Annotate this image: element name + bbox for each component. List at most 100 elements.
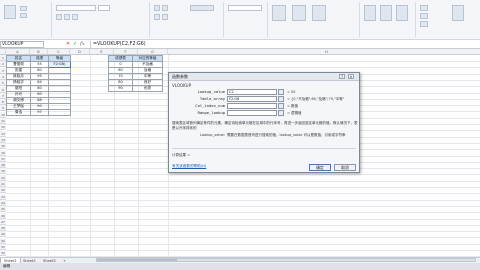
function-arguments-dialog: 函数参数 ? ✕ VLOOKUP Lookup_value C2 = 55 Ta… <box>168 72 360 173</box>
table-cell[interactable]: 周浩 <box>6 109 31 116</box>
gridline <box>6 67 480 69</box>
insert-icon[interactable] <box>364 5 376 21</box>
table-cell[interactable]: 97 <box>30 109 49 116</box>
arg-row-col-index-num: Col_index_num = 数值 <box>169 103 359 109</box>
fill-icon[interactable] <box>420 13 428 19</box>
range-picker-icon[interactable] <box>278 110 284 116</box>
dialog-title-bar[interactable]: 函数参数 ? ✕ <box>169 73 359 81</box>
arg-input-range-lookup[interactable] <box>227 110 277 116</box>
function-description: 搜索表区域首列满足条件的元素，确定待检索单元格在区域中的行序号，再进一步返回选定… <box>172 121 358 130</box>
gridline <box>6 224 480 226</box>
scroll-thumb[interactable] <box>97 259 177 261</box>
arg-label: Lookup_value <box>197 89 225 94</box>
ribbon-group-alignment <box>150 2 224 37</box>
close-icon[interactable]: ✕ <box>348 74 354 79</box>
format-table-icon[interactable] <box>292 5 306 21</box>
arg-label: Range_lookup <box>197 110 225 115</box>
ribbon-group-number <box>224 2 268 37</box>
insert-function-icon[interactable]: fx <box>80 41 85 48</box>
grade-lookup-table: 成绩表 对应的等级 0 不及格 60 及格 70 中等 80 良好 90 优秀 <box>108 55 163 92</box>
arg-row-table-array: Table_array F2:G6 = {0,"不及格";60,"及格";70,… <box>169 96 359 102</box>
conditional-format-icon[interactable] <box>272 5 286 21</box>
delete-icon[interactable] <box>380 5 392 21</box>
table-row: 周浩 97 <box>6 109 71 116</box>
arg-input-table-array[interactable]: F2:G6 <box>227 96 277 102</box>
function-name: VLOOKUP <box>172 83 191 88</box>
arg-label: Col_index_num <box>195 103 225 108</box>
gridline <box>6 193 480 195</box>
arg-row-lookup-value: Lookup_value C2 = 55 <box>169 89 359 95</box>
dialog-title: 函数参数 <box>172 74 188 79</box>
status-bar: 编辑 <box>0 263 480 270</box>
table-row: 曹丽丽 55 F2:G6) <box>6 61 71 68</box>
clear-icon[interactable] <box>420 21 428 27</box>
calculation-result: 计算结果 = <box>172 153 191 157</box>
table-cell[interactable]: 90 <box>108 85 133 92</box>
arg-result: = {0,"不及格";60,"及格";70,"中等" <box>287 97 345 101</box>
align-left-icon[interactable] <box>154 14 160 20</box>
ribbon-group-editing <box>416 2 480 37</box>
cell-styles-icon[interactable] <box>312 5 326 21</box>
help-icon[interactable]: ? <box>339 74 345 79</box>
cut-icon[interactable] <box>20 6 27 11</box>
score-table: 姓名 成绩 等级 曹丽丽 55 F2:G6) 张建 80 姚晓月 95 杨晓宇 64 夏阳 80 孙可… <box>6 55 71 116</box>
align-center-icon[interactable] <box>162 14 168 20</box>
italic-icon[interactable] <box>64 14 70 20</box>
ribbon <box>0 0 480 40</box>
ribbon-group-cells <box>360 2 416 37</box>
divider <box>172 148 356 149</box>
cancel-formula-icon[interactable]: ✕ <box>66 41 70 48</box>
enter-formula-icon[interactable]: ✓ <box>73 41 77 48</box>
arg-result: = 逻辑值 <box>287 111 302 115</box>
gridline <box>6 187 480 188</box>
sort-filter-icon[interactable] <box>452 5 464 21</box>
ribbon-group-clipboard <box>0 2 52 37</box>
font-select[interactable] <box>56 5 96 11</box>
horizontal-scrollbar[interactable] <box>96 258 476 262</box>
gridline <box>6 218 480 220</box>
table-header-row: 姓名 成绩 等级 <box>6 55 71 62</box>
align-top-icon[interactable] <box>154 5 160 11</box>
ribbon-group-styles <box>268 2 360 37</box>
arg-result: = 数值 <box>287 104 299 108</box>
number-format-select[interactable] <box>228 5 262 11</box>
gridline <box>6 243 480 245</box>
arg-input-lookup-value[interactable]: C2 <box>227 89 277 95</box>
arg-help-label: Lookup_value: <box>199 133 225 137</box>
column-header[interactable]: H <box>168 49 480 55</box>
table-cell[interactable] <box>48 109 71 116</box>
range-picker-icon[interactable] <box>278 103 284 109</box>
gridline <box>6 61 480 62</box>
table-cell[interactable]: 优秀 <box>132 85 163 92</box>
formula-bar: VLOOKUP ✕ ✓ fx =VLOOKUP(C2,F2:G6) <box>0 40 480 49</box>
range-picker-icon[interactable] <box>278 96 284 102</box>
gridline <box>6 212 480 214</box>
arg-help-text: 需要在数据表首列进行搜索的值，lookup_value 可以是数值、引用或字符串 <box>227 133 346 137</box>
cancel-button[interactable]: 取消 <box>334 164 356 171</box>
arg-label: Table_array <box>199 96 225 101</box>
wrap-text-button[interactable] <box>190 5 214 11</box>
arg-row-range-lookup: Range_lookup = 逻辑值 <box>169 110 359 116</box>
font-size-select[interactable] <box>98 5 110 11</box>
arg-input-col-index-num[interactable] <box>227 103 277 109</box>
function-help-link[interactable]: 有关该函数的帮助(H) <box>172 164 206 169</box>
autosum-icon[interactable] <box>420 5 428 11</box>
bold-icon[interactable] <box>56 14 62 20</box>
format-icon[interactable] <box>396 5 408 21</box>
gridline <box>6 174 480 176</box>
name-box[interactable]: VLOOKUP <box>0 41 44 48</box>
gridline <box>6 231 480 233</box>
copy-icon[interactable] <box>20 13 27 18</box>
formula-input[interactable]: =VLOOKUP(C2,F2:G6) <box>90 41 480 48</box>
gridline <box>6 199 480 201</box>
gridline <box>6 180 480 182</box>
range-picker-icon[interactable] <box>278 89 284 95</box>
column-header[interactable]: D <box>70 49 90 55</box>
paste-icon[interactable] <box>4 5 16 19</box>
ok-button[interactable]: 确定 <box>309 164 331 171</box>
align-middle-icon[interactable] <box>162 5 168 11</box>
ribbon-group-font <box>52 2 150 37</box>
gridline <box>6 250 480 251</box>
underline-icon[interactable] <box>72 14 78 20</box>
gridline <box>6 237 480 239</box>
